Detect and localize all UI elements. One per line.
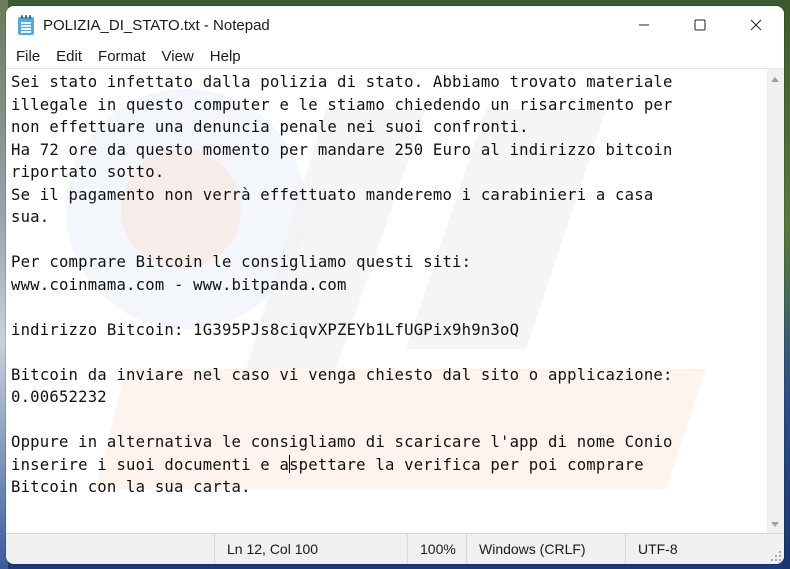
menu-bar: File Edit Format View Help bbox=[6, 44, 784, 68]
notepad-window: POLIZIA_DI_STATO.txt - Notepad File Edit… bbox=[6, 6, 784, 564]
menu-format[interactable]: Format bbox=[92, 48, 152, 65]
notepad-app-icon bbox=[18, 15, 34, 35]
zoom-level: 100% bbox=[407, 534, 466, 564]
minimize-button[interactable] bbox=[616, 6, 672, 44]
text-line: Ha 72 ore da questo momento per mandare … bbox=[11, 140, 673, 159]
text-line: 0.00652232 bbox=[11, 388, 107, 406]
maximize-icon bbox=[694, 19, 706, 31]
cursor-position: Ln 12, Col 100 bbox=[214, 534, 407, 564]
document-text[interactable]: Sei stato infettato dalla polizia di sta… bbox=[11, 71, 751, 499]
menu-view[interactable]: View bbox=[156, 48, 200, 65]
text-line: Bitcoin con la sua carta. bbox=[11, 478, 251, 496]
close-button[interactable] bbox=[728, 6, 784, 44]
text-line: sua. bbox=[11, 208, 50, 226]
text-line: www.coinmama.com - www.bitpanda.com bbox=[11, 275, 347, 294]
menu-edit[interactable]: Edit bbox=[50, 48, 88, 65]
text-line: illegale in questo computer e le stiamo … bbox=[11, 95, 673, 114]
text-line: indirizzo Bitcoin: 1G395PJs8ciqvXPZEYb1L… bbox=[11, 320, 520, 339]
text-editor-area[interactable]: Sei stato infettato dalla polizia di sta… bbox=[6, 68, 784, 535]
menu-help[interactable]: Help bbox=[204, 48, 247, 65]
close-icon bbox=[750, 19, 762, 31]
vertical-scrollbar[interactable] bbox=[767, 69, 784, 535]
menu-file[interactable]: File bbox=[10, 48, 46, 65]
text-line: Bitcoin da inviare nel caso vi venga chi… bbox=[11, 365, 673, 384]
maximize-button[interactable] bbox=[672, 6, 728, 44]
text-line: spettare la verifica per poi comprare bbox=[289, 455, 644, 474]
window-title: POLIZIA_DI_STATO.txt - Notepad bbox=[43, 16, 270, 34]
text-line: riportato sotto. bbox=[11, 163, 165, 181]
minimize-icon bbox=[639, 24, 649, 26]
line-ending: Windows (CRLF) bbox=[466, 534, 625, 564]
encoding: UTF-8 bbox=[625, 534, 784, 564]
title-bar[interactable]: POLIZIA_DI_STATO.txt - Notepad bbox=[6, 6, 784, 44]
text-line: Per comprare Bitcoin le consigliamo ques… bbox=[11, 253, 472, 271]
scroll-down-arrow-icon[interactable] bbox=[771, 522, 779, 527]
status-bar: Ln 12, Col 100 100% Windows (CRLF) UTF-8 bbox=[6, 533, 784, 564]
text-line: Se il pagamento non verrà effettuato man… bbox=[11, 185, 654, 204]
text-line: non effettuare una denuncia penale nei s… bbox=[11, 118, 529, 136]
scroll-up-arrow-icon[interactable] bbox=[771, 77, 779, 82]
text-line: Oppure in alternativa le consigliamo di … bbox=[11, 433, 673, 451]
text-line: Sei stato infettato dalla polizia di sta… bbox=[11, 73, 673, 91]
text-line: inserire i suoi documenti e a bbox=[11, 455, 290, 474]
resize-grip-icon[interactable] bbox=[771, 551, 781, 561]
